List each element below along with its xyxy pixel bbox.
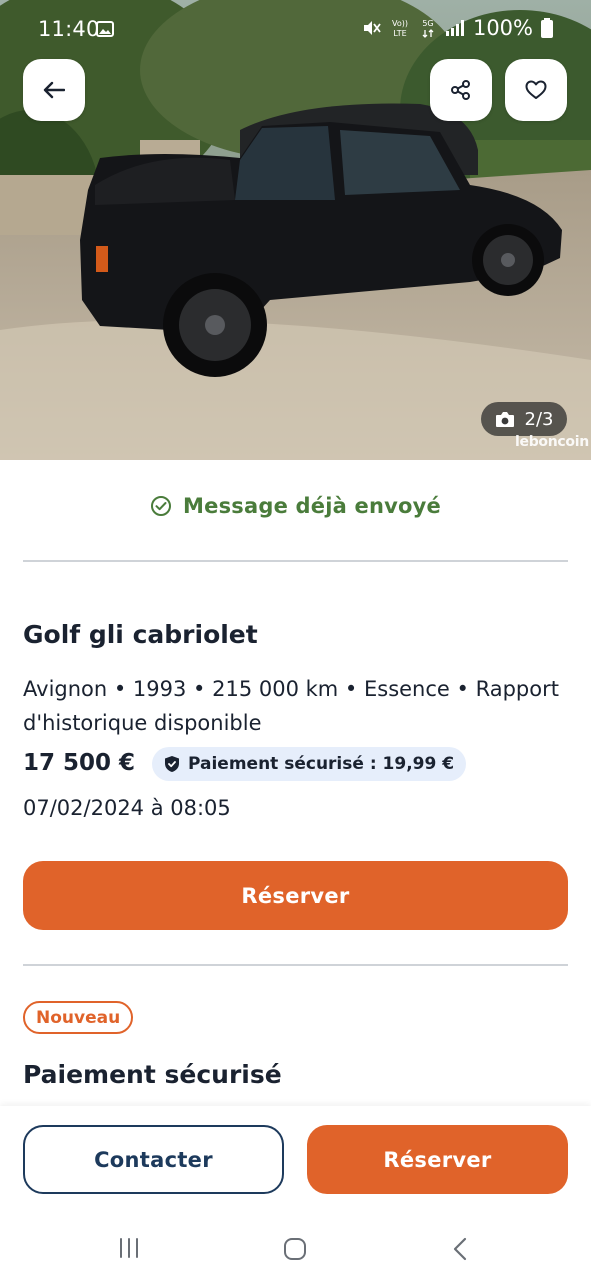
back-button[interactable] (23, 59, 85, 121)
check-circle-icon (151, 496, 172, 516)
leboncoin-watermark: leboncoin (515, 434, 589, 450)
new-badge: Nouveau (23, 1001, 134, 1034)
message-sent-text: Message déjà envoyé (183, 494, 441, 518)
divider (23, 964, 568, 966)
car-photo (0, 0, 591, 460)
share-icon (451, 80, 470, 100)
volte-icon: Vo)) LTE (392, 19, 408, 38)
heart-icon (525, 80, 547, 99)
favorite-button[interactable] (505, 59, 567, 121)
divider (23, 560, 568, 562)
battery-level: 100% (472, 16, 533, 40)
status-bar: 11:40 Vo)) LTE 5G 100% (0, 0, 591, 62)
listing-details: Avignon • 1993 • 215 000 km • Essence • … (23, 677, 559, 735)
reserve-button[interactable]: Réserver (23, 861, 568, 930)
message-sent-notice: Message déjà envoyé (0, 494, 591, 518)
mute-icon (363, 21, 381, 35)
section-title: Paiement sécurisé (23, 1060, 282, 1089)
signal-icon (445, 20, 464, 36)
reserve-bottom-button[interactable]: Réserver (307, 1125, 568, 1194)
back-arrow-icon (43, 81, 65, 99)
bottom-action-bar: Contacter Réserver (0, 1106, 591, 1218)
system-navigation-bar (0, 1218, 591, 1280)
battery-icon (541, 18, 553, 38)
camera-icon (495, 411, 514, 427)
svg-text:5G: 5G (422, 19, 433, 28)
gallery-notification-icon (96, 21, 114, 37)
shield-icon (165, 756, 179, 772)
photo-counter-text: 2/3 (524, 408, 554, 430)
listing-title: Golf gli cabriolet (23, 620, 258, 649)
svg-text:LTE: LTE (393, 29, 406, 38)
network-5g-icon: 5G (422, 19, 434, 38)
home-icon[interactable] (282, 1236, 308, 1262)
listing-price: 17 500 € (23, 750, 136, 776)
secure-payment-pill[interactable]: Paiement sécurisé : 19,99 € (152, 747, 467, 781)
system-back-icon[interactable] (450, 1236, 470, 1262)
listing-photo[interactable]: 11:40 Vo)) LTE 5G 100% 2/3 leboncoin (0, 0, 591, 460)
listing-date: 07/02/2024 à 08:05 (23, 796, 231, 820)
share-button[interactable] (430, 59, 492, 121)
status-time: 11:40 (38, 17, 100, 41)
recent-apps-icon[interactable] (116, 1236, 142, 1260)
contact-button[interactable]: Contacter (23, 1125, 284, 1194)
svg-text:Vo)): Vo)) (392, 19, 408, 28)
secure-payment-text: Paiement sécurisé : 19,99 € (188, 754, 455, 774)
photo-counter: 2/3 (481, 402, 567, 436)
